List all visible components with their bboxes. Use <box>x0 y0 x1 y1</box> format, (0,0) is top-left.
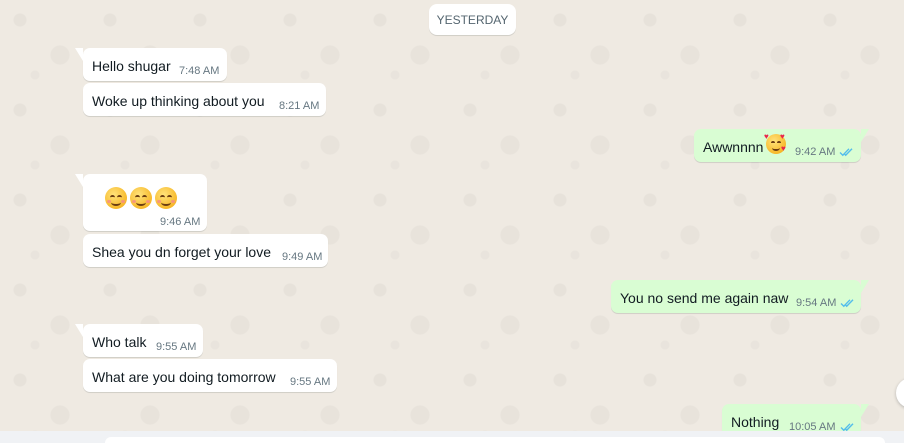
smiling-face-emoji <box>105 187 127 209</box>
incoming-message[interactable]: Shea you dn forget your love 9:49 AM <box>83 234 328 267</box>
message-time: 9:55 AM <box>290 376 331 388</box>
bubble-tail <box>861 404 869 417</box>
message-text: Awwnnnn <box>703 139 764 155</box>
message-time: 9:46 AM <box>160 216 201 228</box>
message-text: Who talk <box>92 334 147 350</box>
message-time: 9:54 AM <box>796 297 837 309</box>
date-separator-label: YESTERDAY <box>436 12 509 27</box>
message-time: 9:55 AM <box>156 341 197 353</box>
message-text: Woke up thinking about you <box>92 93 265 109</box>
message-text: Hello shugar <box>92 58 171 74</box>
incoming-message[interactable]: What are you doing tomorrow 9:55 AM <box>83 359 337 392</box>
bubble-tail <box>861 129 869 142</box>
emoji-group <box>105 187 177 209</box>
incoming-message[interactable]: Who talk 9:55 AM <box>75 324 203 357</box>
message-input[interactable] <box>105 437 885 443</box>
bubble-tail <box>861 280 869 293</box>
message-time: 9:42 AM <box>795 146 836 158</box>
message-text: You no send me again naw <box>620 290 789 306</box>
smiling-face-emoji <box>155 187 177 209</box>
message-time: 9:49 AM <box>282 251 323 263</box>
bubble-tail <box>75 48 83 61</box>
smiling-face-with-hearts-emoji: ♥ ♥ ♥ <box>764 132 786 154</box>
bubble-tail <box>75 174 83 187</box>
message-text: Nothing <box>731 414 780 430</box>
bubble-tail <box>75 324 83 337</box>
incoming-message[interactable]: Woke up thinking about you 8:21 AM <box>83 83 326 116</box>
message-text: Shea you dn forget your love <box>92 244 272 260</box>
smiling-face-emoji <box>130 187 152 209</box>
message-text: What are you doing tomorrow <box>92 369 276 385</box>
read-double-tick-icon <box>840 299 854 308</box>
read-double-tick-icon <box>839 148 853 157</box>
message-time: 7:48 AM <box>179 65 220 77</box>
incoming-message[interactable]: Hello shugar 7:48 AM <box>75 48 227 81</box>
message-time: 8:21 AM <box>279 100 320 112</box>
outgoing-message[interactable]: You no send me again naw 9:54 AM <box>611 280 869 313</box>
date-separator: YESTERDAY <box>429 4 516 35</box>
incoming-message[interactable]: 9:46 AM <box>75 174 207 231</box>
outgoing-message[interactable]: Awwnnnn ♥ ♥ ♥ 9:42 AM <box>694 129 869 162</box>
